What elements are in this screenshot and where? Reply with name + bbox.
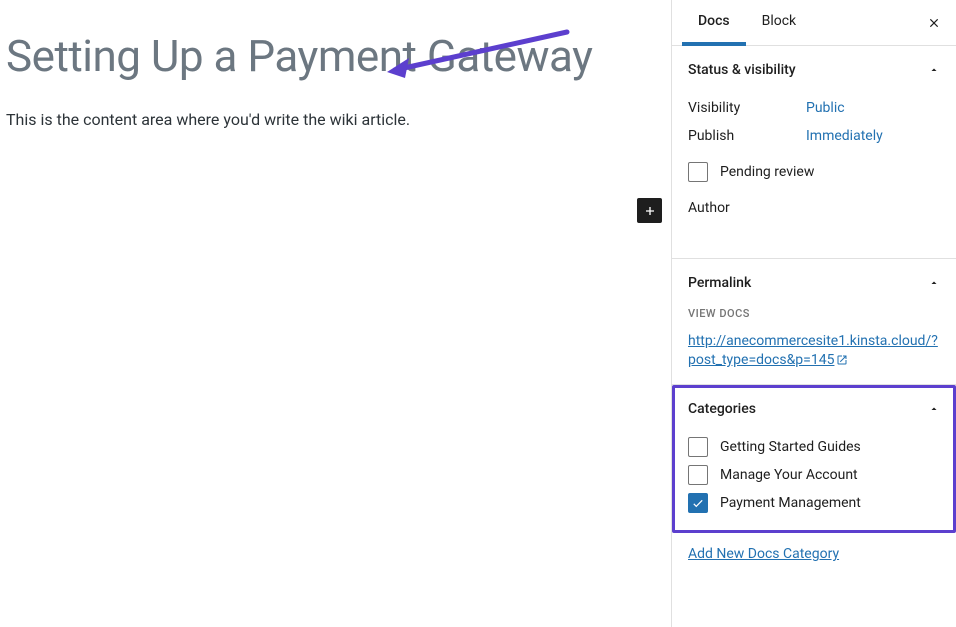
category-checkbox-payment-management[interactable]	[688, 493, 708, 513]
external-link-icon	[836, 354, 848, 366]
publish-row: Publish Immediately	[688, 122, 940, 150]
categories-heading: Categories	[688, 401, 756, 417]
status-visibility-panel: Status & visibility Visibility Public Pu…	[672, 46, 956, 259]
category-checkbox-manage-account[interactable]	[688, 465, 708, 485]
visibility-row: Visibility Public	[688, 94, 940, 122]
author-value-blurred	[688, 222, 940, 242]
permalink-panel-toggle[interactable]: Permalink	[688, 275, 940, 291]
tab-block[interactable]: Block	[746, 1, 813, 46]
add-new-category-link[interactable]: Add New Docs Category	[688, 546, 839, 562]
category-checkbox-getting-started[interactable]	[688, 437, 708, 457]
editor-canvas: Setting Up a Payment Gateway This is the…	[0, 0, 671, 627]
close-icon	[927, 16, 941, 30]
chevron-up-icon	[928, 64, 940, 76]
status-heading: Status & visibility	[688, 62, 796, 78]
visibility-value[interactable]: Public	[806, 100, 845, 116]
pending-review-row: Pending review	[688, 158, 940, 186]
category-item: Manage Your Account	[688, 461, 940, 489]
chevron-up-icon	[928, 403, 940, 415]
close-sidebar-button[interactable]	[922, 11, 946, 35]
categories-panel-toggle[interactable]: Categories	[688, 401, 940, 417]
category-label: Manage Your Account	[720, 467, 858, 483]
publish-label: Publish	[688, 128, 806, 144]
chevron-up-icon	[928, 277, 940, 289]
publish-value[interactable]: Immediately	[806, 128, 883, 144]
pending-review-label: Pending review	[720, 164, 814, 180]
post-content[interactable]: This is the content area where you'd wri…	[6, 110, 671, 129]
status-panel-toggle[interactable]: Status & visibility	[688, 62, 940, 78]
permalink-url[interactable]: http://anecommercesite1.kinsta.cloud/?po…	[688, 333, 938, 368]
visibility-label: Visibility	[688, 100, 806, 116]
add-category-row: Add New Docs Category	[672, 533, 956, 572]
add-block-button[interactable]	[637, 198, 662, 223]
settings-sidebar: Docs Block Status & visibility Visibilit…	[671, 0, 956, 627]
pending-review-checkbox[interactable]	[688, 162, 708, 182]
author-row: Author	[688, 194, 940, 222]
tab-docs[interactable]: Docs	[682, 1, 746, 46]
permalink-panel: Permalink VIEW DOCS http://anecommercesi…	[672, 259, 956, 385]
category-label: Payment Management	[720, 495, 861, 511]
category-item: Payment Management	[688, 489, 940, 517]
category-item: Getting Started Guides	[688, 433, 940, 461]
author-label: Author	[688, 200, 806, 216]
plus-icon	[642, 203, 658, 219]
view-docs-label: VIEW DOCS	[688, 307, 940, 320]
sidebar-tabs: Docs Block	[672, 0, 956, 46]
permalink-heading: Permalink	[688, 275, 751, 291]
categories-panel: Categories Getting Started Guides Manage…	[672, 385, 956, 533]
post-title[interactable]: Setting Up a Payment Gateway	[6, 30, 671, 82]
category-label: Getting Started Guides	[720, 439, 861, 455]
